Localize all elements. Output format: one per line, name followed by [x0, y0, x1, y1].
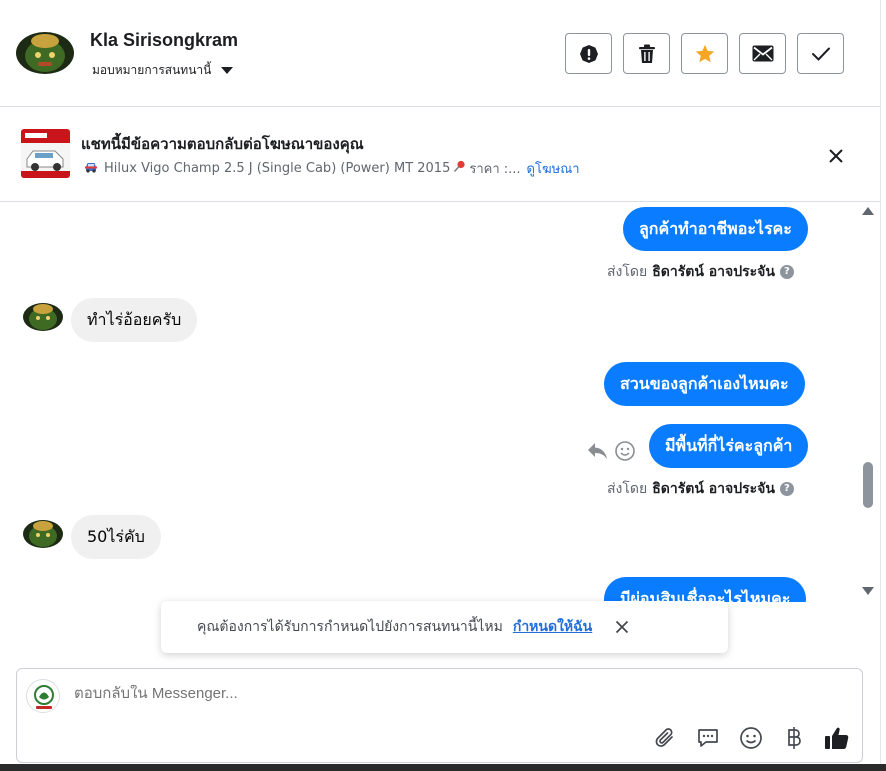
checkmark-icon: [811, 47, 830, 61]
contact-avatar-small[interactable]: [23, 303, 63, 331]
delete-button[interactable]: [623, 33, 670, 74]
envelope-icon: [752, 45, 773, 62]
sent-by-agent: ธิดารัตน์ อาจประจัน: [652, 481, 775, 497]
page-logo: [26, 679, 60, 713]
close-icon: [829, 149, 843, 163]
ad-thumbnail[interactable]: [21, 129, 70, 178]
assign-dropdown[interactable]: มอบหมายการสนทนานี้: [92, 61, 234, 80]
scrollbar-thumb[interactable]: [863, 462, 873, 508]
question-icon[interactable]: ?: [779, 265, 794, 279]
header-actions: [565, 33, 844, 74]
exclamation-circle-icon: [579, 44, 598, 63]
pushpin-icon: [453, 160, 466, 177]
emoji-button[interactable]: [738, 725, 764, 751]
report-button[interactable]: [565, 33, 612, 74]
star-icon: [695, 44, 714, 62]
mark-unread-button[interactable]: [739, 33, 786, 74]
mark-done-button[interactable]: [797, 33, 844, 74]
incoming-message[interactable]: ทำไร่อ้อยครับ: [71, 298, 198, 342]
contact-avatar[interactable]: [16, 32, 74, 74]
toast-text: คุณต้องการได้รับการกำหนดไปยังการสนทนานี้…: [197, 619, 503, 635]
like-button[interactable]: [824, 725, 850, 751]
conversation-header: Kla Sirisongkram มอบหมายการสนทนานี้: [0, 0, 880, 107]
assign-prompt-toast: คุณต้องการได้รับการกำหนดไปยังการสนทนานี้…: [161, 601, 728, 653]
ad-description: Hilux Vigo Champ 2.5 J (Single Cab) (Pow…: [104, 161, 451, 176]
car-icon: [84, 161, 98, 177]
sent-by-prefix: ส่งโดย: [607, 481, 648, 497]
composer-toolbar: [652, 725, 850, 751]
paperclip-icon: [655, 728, 673, 747]
emoji-icon: [740, 727, 762, 749]
sent-by-note: ส่งโดย ธิดารัตน์ อาจประจัน ?: [607, 261, 794, 283]
outgoing-message[interactable]: มีพื้นที่กี่ไร่คะลูกค้า: [649, 424, 809, 468]
window-edge: [880, 0, 886, 771]
message-scrollbar[interactable]: [858, 205, 878, 600]
outgoing-message[interactable]: ลูกค้าทำอาชีพอะไรคะ: [623, 207, 808, 251]
close-icon: [616, 620, 629, 634]
message-thread[interactable]: ลูกค้าทำอาชีพอะไรคะ ส่งโดย ธิดารัตน์ อาจ…: [0, 202, 880, 602]
sent-by-note: ส่งโดย ธิดารัตน์ อาจประจัน ?: [607, 478, 794, 500]
message-actions: [586, 440, 636, 462]
payment-button[interactable]: [781, 725, 807, 751]
assign-label: มอบหมายการสนทนานี้: [92, 63, 212, 77]
assign-to-me-link[interactable]: กำหนดให้ฉัน: [513, 616, 592, 638]
reply-icon[interactable]: [586, 441, 608, 461]
saved-replies-button[interactable]: [695, 725, 721, 751]
trash-icon: [638, 44, 655, 63]
outgoing-message[interactable]: มีผ่อนสินเชื่ออะไรไหมคะ: [604, 577, 807, 602]
star-button[interactable]: [681, 33, 728, 74]
caret-down-icon: [221, 67, 234, 74]
outgoing-message[interactable]: สวนของลูกค้าเองไหมคะ: [604, 362, 805, 406]
ad-banner-title: แชทนี้มีข้อความตอบกลับต่อโฆษณาของคุณ: [81, 135, 364, 153]
ad-reply-banner: แชทนี้มีข้อความตอบกลับต่อโฆษณาของคุณ Hil…: [0, 108, 880, 202]
thumbs-up-icon: [825, 727, 849, 749]
close-toast-button[interactable]: [612, 617, 632, 637]
close-banner-button[interactable]: [824, 144, 848, 168]
question-icon[interactable]: ?: [779, 482, 794, 496]
scroll-down-arrow-icon[interactable]: [862, 587, 874, 595]
incoming-message[interactable]: 50ไร่คับ: [71, 515, 161, 559]
react-emoji-icon[interactable]: [614, 440, 636, 462]
scroll-up-arrow-icon[interactable]: [862, 207, 874, 215]
message-input[interactable]: [74, 685, 774, 702]
message-composer: [16, 668, 863, 763]
contact-name[interactable]: Kla Sirisongkram: [90, 30, 238, 51]
attach-button[interactable]: [652, 725, 678, 751]
baht-icon: [788, 727, 801, 749]
chat-bubble-icon: [698, 729, 718, 747]
contact-avatar-small[interactable]: [23, 520, 63, 548]
sent-by-agent: ธิดารัตน์ อาจประจัน: [652, 264, 775, 280]
view-ad-link[interactable]: ดูโฆษณา: [527, 158, 580, 179]
ad-banner-details: Hilux Vigo Champ 2.5 J (Single Cab) (Pow…: [84, 158, 580, 179]
sent-by-prefix: ส่งโดย: [607, 264, 648, 280]
ad-price: ราคา :...: [469, 162, 521, 177]
taskbar-strip: [0, 764, 886, 771]
